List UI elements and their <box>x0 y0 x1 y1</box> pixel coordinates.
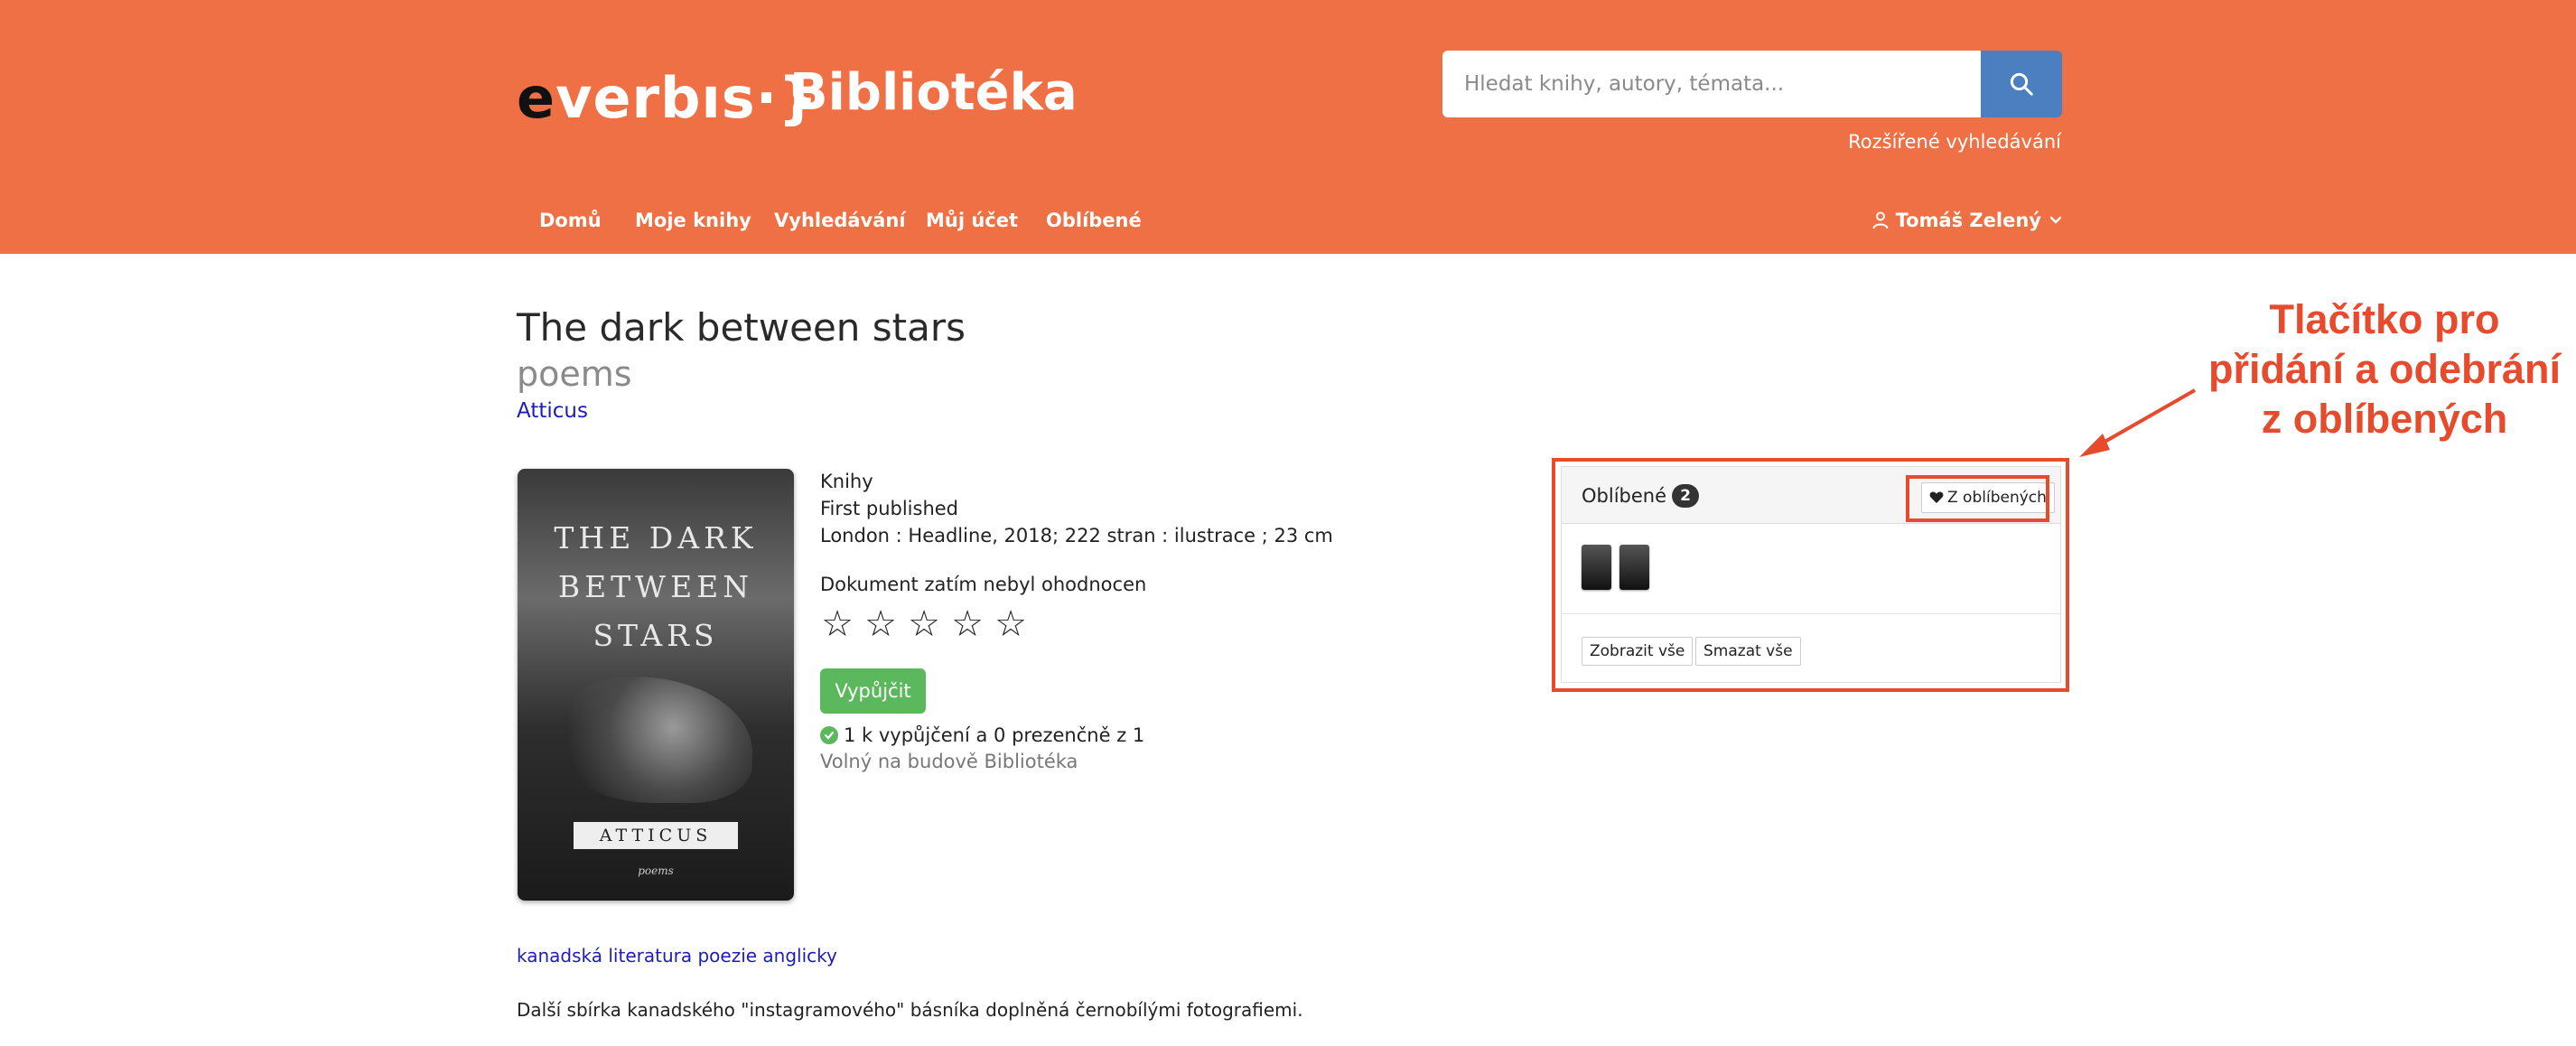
rating-stars[interactable]: ☆ ☆ ☆ ☆ ☆ <box>820 603 1028 645</box>
show-all-favorites-button[interactable]: Zobrazit vše <box>1582 637 1694 666</box>
nav-item-favorites[interactable]: Oblíbené <box>1046 210 1142 231</box>
annotation-line: přidání a odebrání <box>2207 346 2562 392</box>
logo-e: e <box>517 65 556 131</box>
everbis-logo[interactable]: everbıs·} <box>517 65 818 131</box>
delete-all-favorites-button[interactable]: Smazat vše <box>1695 637 1801 666</box>
book-type: Knihy <box>820 471 873 492</box>
nav-item-my-books[interactable]: Moje knihy <box>635 210 751 231</box>
cover-title: THE DARK BETWEEN STARS <box>554 520 758 653</box>
annotation-line: Tlačítko pro <box>2269 296 2500 342</box>
favorite-book-thumbnail[interactable] <box>1619 545 1649 590</box>
availability: 1 k vypůjčení a 0 prezenčně z 1 <box>820 724 1144 746</box>
annotation-callout: Tlačítko pro přidání a odebrání z oblíbe… <box>2195 294 2574 444</box>
favorites-title: Oblíbené 2 <box>1582 484 1700 508</box>
cover-subtitle: poems <box>638 864 674 877</box>
book-publication: London : Headline, 2018; 222 stran : ilu… <box>820 525 1333 546</box>
rating-text: Dokument zatím nebyl ohodnocen <box>820 574 1147 595</box>
book-subtitle: poems <box>517 354 632 394</box>
logo-text: verbıs·} <box>555 65 819 131</box>
location-text: Volný na budově Bibliotéka <box>820 751 1078 772</box>
cover-illustration <box>554 677 752 803</box>
book-edition: First published <box>820 498 959 519</box>
subject-links[interactable]: kanadská literatura poezie anglicky <box>517 945 837 967</box>
search-icon <box>2010 72 2033 96</box>
advanced-search-link[interactable]: Rozšířené vyhledávání <box>1848 131 2061 153</box>
favorites-count-badge: 2 <box>1672 484 1700 508</box>
nav-item-home[interactable]: Domů <box>539 210 602 231</box>
book-description: Další sbírka kanadského "instagramového"… <box>517 999 1303 1021</box>
search-input[interactable] <box>1442 51 1981 117</box>
availability-text: 1 k vypůjčení a 0 prezenčně z 1 <box>844 724 1145 746</box>
nav-item-account[interactable]: Můj účet <box>926 210 1018 231</box>
star-icon[interactable]: ☆ <box>950 603 985 645</box>
check-icon <box>820 726 838 744</box>
toggle-highlight-frame <box>1906 475 2049 522</box>
star-icon[interactable]: ☆ <box>863 603 898 645</box>
book-title: The dark between stars <box>517 305 966 350</box>
annotation-line: z oblíbených <box>2261 396 2508 442</box>
divider <box>1562 613 2060 614</box>
chevron-down-icon <box>2049 216 2062 224</box>
book-cover: THE DARK BETWEEN STARS ATTICUS poems <box>518 469 794 901</box>
favorites-title-text: Oblíbené <box>1582 485 1667 507</box>
site-title[interactable]: Bibliotéka <box>789 63 1078 122</box>
star-icon[interactable]: ☆ <box>820 603 854 645</box>
site-header: everbıs·} Bibliotéka Rozšířené vyhledává… <box>0 0 2576 254</box>
cover-author: ATTICUS <box>574 822 738 849</box>
nav-item-search[interactable]: Vyhledávání <box>774 210 906 231</box>
star-icon[interactable]: ☆ <box>907 603 941 645</box>
favorite-book-thumbnail[interactable] <box>1582 545 1611 590</box>
borrow-button[interactable]: Vypůjčit <box>820 668 926 714</box>
user-menu[interactable]: Tomáš Zelený <box>1872 210 2063 231</box>
search-button[interactable] <box>1981 51 2062 117</box>
user-name: Tomáš Zelený <box>1895 210 2041 231</box>
star-icon[interactable]: ☆ <box>994 603 1028 645</box>
annotation-arrow <box>2079 388 2196 457</box>
book-author-link[interactable]: Atticus <box>517 399 588 423</box>
user-icon <box>1872 211 1889 229</box>
